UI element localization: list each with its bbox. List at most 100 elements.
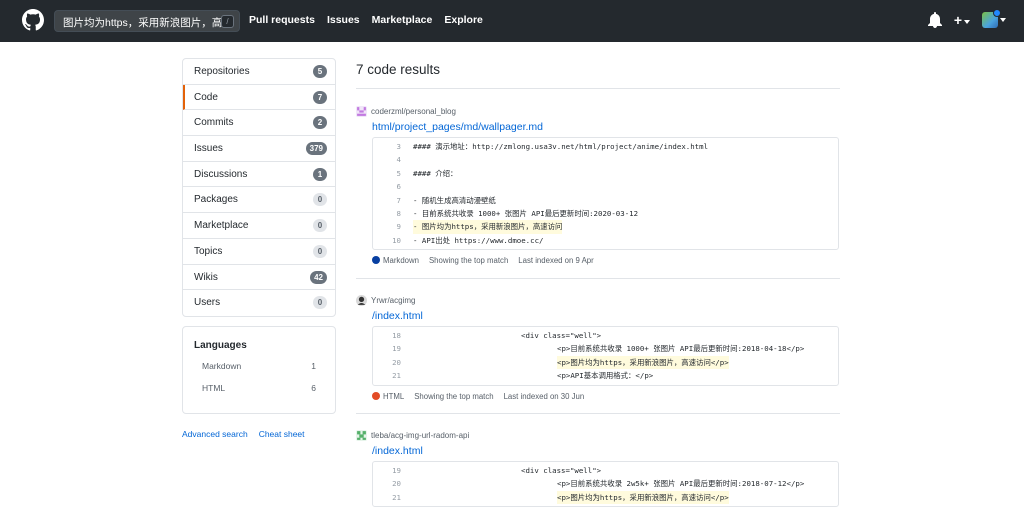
sidebar-item-marketplace[interactable]: Marketplace 0 xyxy=(183,213,335,239)
line-number[interactable]: 21 xyxy=(373,491,401,504)
sidebar-item-topics[interactable]: Topics 0 xyxy=(183,239,335,265)
code-text: #### 演示地址：http://zmlong.usa3v.net/html/p… xyxy=(413,142,709,151)
results-count-title: 7 code results xyxy=(356,62,441,77)
count-badge: 42 xyxy=(310,270,327,284)
code-line: 21 <p>API基本调用格式：</p> xyxy=(373,369,838,382)
line-number[interactable]: 10 xyxy=(373,234,401,247)
code-text-highlighted: <p>图片均为https，采用新浪图片，高速访问</p> xyxy=(557,490,729,505)
code-text: - API出处 https://www.dmoe.cc/ xyxy=(413,235,544,245)
language-count: 6 xyxy=(311,383,316,393)
repo-owner-avatar[interactable] xyxy=(356,295,367,306)
nav-marketplace[interactable]: Marketplace xyxy=(372,14,433,26)
count-badge: 0 xyxy=(313,219,327,233)
count-badge: 0 xyxy=(313,244,327,258)
code-line: 6 xyxy=(373,180,838,193)
sidebar-item-users[interactable]: Users 0 xyxy=(183,290,335,316)
count-badge: 7 xyxy=(313,90,327,104)
code-result: coderzml/personal_blog html/project_page… xyxy=(356,106,840,265)
language-filter-html[interactable]: HTML 6 xyxy=(194,383,324,405)
nav-explore[interactable]: Explore xyxy=(444,14,483,26)
code-snippet: 19 <div class="well"> 20 <p>目前系统共收录 2w5k+ … xyxy=(372,461,839,507)
sidebar-item-label: Users xyxy=(194,297,221,309)
code-snippet: 3 #### 演示地址：http://zmlong.usa3v.net/html/… xyxy=(372,137,839,251)
code-text: <p>目前系统共收录 2w5k+ 张图片 API最后更新时间:2018-07-1… xyxy=(557,479,805,489)
repo-line: Yrwr/acgimg xyxy=(356,295,840,306)
code-line: 19 <p>目前系统共收录 1000+ 张图片 API最后更新时间:2018-04… xyxy=(373,342,838,355)
file-path-link[interactable]: /index.html xyxy=(372,310,840,322)
sidebar-item-packages[interactable]: Packages 0 xyxy=(183,187,335,214)
divider xyxy=(356,413,840,414)
language-name: HTML xyxy=(383,391,405,401)
sidebar-item-code[interactable]: Code 7 xyxy=(183,84,335,111)
repo-owner-avatar[interactable] xyxy=(356,106,367,117)
language-filter-markdown[interactable]: Markdown 1 xyxy=(194,361,324,383)
code-text: - 目前系统共收录 1000+ 张图片 API最后更新时间:2020-03-12 xyxy=(413,208,639,218)
top-nav: Pull requests Issues Marketplace Explore xyxy=(249,14,483,26)
code-line: 10 - API出处 https://www.dmoe.cc/ xyxy=(373,234,838,247)
count-badge: 0 xyxy=(313,193,327,207)
code-line: 3 #### 演示地址：http://zmlong.usa3v.net/html/… xyxy=(373,140,838,153)
code-text-highlighted: <p>图片均为https，采用新浪图片，高速访问</p> xyxy=(557,355,729,370)
language-color-dot xyxy=(372,256,380,265)
sidebar-item-label: Wikis xyxy=(194,271,218,283)
line-number[interactable]: 19 xyxy=(373,342,401,355)
sidebar-item-label: Code xyxy=(194,91,218,103)
file-path-link[interactable]: html/project_pages/md/wallpager.md xyxy=(372,121,840,133)
line-number[interactable]: 9 xyxy=(373,220,401,233)
repo-line: coderzml/personal_blog xyxy=(356,106,840,117)
line-number[interactable]: 8 xyxy=(373,207,401,220)
line-number[interactable]: 5 xyxy=(373,167,401,180)
language-color-dot xyxy=(372,391,380,400)
sidebar-item-discussions[interactable]: Discussions 1 xyxy=(183,162,335,188)
line-number[interactable]: 18 xyxy=(373,329,401,342)
sidebar-item-repositories[interactable]: Repositories 5 xyxy=(183,59,335,85)
line-number[interactable]: 3 xyxy=(373,140,401,153)
repo-name-link[interactable]: tleba/acg-img-url-radom-api xyxy=(371,431,469,440)
language-name: HTML xyxy=(202,383,226,393)
match-info: Showing the top match xyxy=(414,391,494,401)
line-number[interactable]: 20 xyxy=(373,477,401,490)
sidebar-item-wikis[interactable]: Wikis 42 xyxy=(183,265,335,291)
search-input[interactable]: 图片均为https，采用新浪图片，高速 / xyxy=(54,10,240,32)
code-text: <div class="well"> xyxy=(521,466,602,475)
line-number[interactable]: 20 xyxy=(373,356,401,369)
result-meta: HTML Showing the top match Last indexed … xyxy=(372,391,840,401)
create-new-button[interactable]: + xyxy=(954,12,970,28)
cheat-sheet-link[interactable]: Cheat sheet xyxy=(259,429,305,439)
match-info: Showing the top match xyxy=(428,256,509,266)
user-menu-button[interactable] xyxy=(982,9,1006,28)
language-label: HTML xyxy=(372,391,405,401)
sidebar-item-label: Commits xyxy=(194,117,234,129)
github-logo-icon[interactable] xyxy=(22,9,44,31)
line-number[interactable]: 7 xyxy=(373,194,401,207)
code-result: Yrwr/acgimg /index.html 18 <div class="we… xyxy=(356,295,840,401)
code-snippet: 18 <div class="well"> 19 <p>目前系统共收录 1000+ … xyxy=(372,326,839,386)
notification-dot xyxy=(993,9,1001,17)
sidebar-item-issues[interactable]: Issues 379 xyxy=(183,136,335,162)
last-indexed: Last indexed on 9 Apr xyxy=(518,256,594,266)
repo-owner-avatar[interactable] xyxy=(356,430,367,441)
code-text: #### 介绍： xyxy=(413,168,458,178)
repo-name-link[interactable]: Yrwr/acgimg xyxy=(371,296,415,305)
line-number[interactable]: 19 xyxy=(373,464,401,477)
repo-name-link[interactable]: coderzml/personal_blog xyxy=(371,107,456,116)
file-path-link[interactable]: /index.html xyxy=(372,445,840,457)
line-number[interactable]: 6 xyxy=(373,180,401,193)
line-number[interactable]: 21 xyxy=(373,369,401,382)
sidebar-item-label: Issues xyxy=(194,143,223,155)
advanced-search-link[interactable]: Advanced search xyxy=(182,429,248,439)
code-line: 8 - 目前系统共收录 1000+ 张图片 API最后更新时间:2020-03-1… xyxy=(373,207,838,220)
code-text: - 随机生成高清动漫壁纸 xyxy=(413,195,496,205)
line-number[interactable]: 4 xyxy=(373,153,401,166)
top-header: 图片均为https，采用新浪图片，高速 / Pull requests Issu… xyxy=(0,0,1024,42)
languages-filter: Languages Markdown 1 HTML 6 xyxy=(182,326,336,414)
nav-pull-requests[interactable]: Pull requests xyxy=(249,14,315,26)
language-label: Markdown xyxy=(372,256,419,265)
nav-issues[interactable]: Issues xyxy=(327,14,360,26)
search-input-value: 图片均为https，采用新浪图片，高速 xyxy=(63,17,233,29)
sidebar-item-label: Repositories xyxy=(194,66,250,77)
bell-icon[interactable] xyxy=(927,12,942,28)
sidebar-item-commits[interactable]: Commits 2 xyxy=(183,110,335,137)
search-help-links: Advanced search Cheat sheet xyxy=(182,429,305,439)
sidebar-item-label: Discussions xyxy=(194,168,248,180)
